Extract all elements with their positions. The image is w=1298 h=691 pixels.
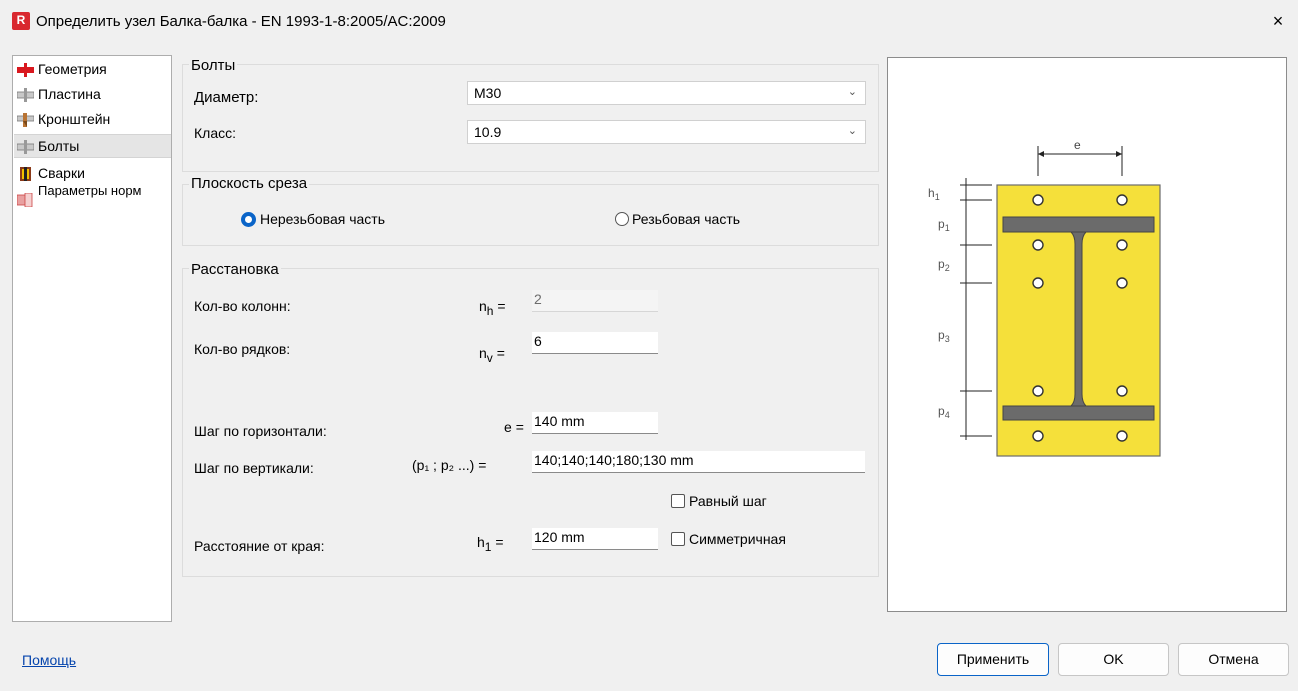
arrangement-title: Расстановка xyxy=(189,261,281,278)
chevron-down-icon: ⌄ xyxy=(847,86,857,98)
horizontal-step-field[interactable]: 140 mm xyxy=(532,412,658,434)
symmetric-checkbox[interactable] xyxy=(671,532,685,546)
close-button[interactable]: × xyxy=(1267,10,1289,32)
bolts-group-title: Болты xyxy=(189,57,238,74)
edge-distance-symbol: h1 = xyxy=(477,534,504,554)
diameter-label: Диаметр: xyxy=(194,89,259,106)
unthreaded-radio[interactable] xyxy=(241,212,256,227)
bracket-icon xyxy=(17,113,34,127)
threaded-radio[interactable] xyxy=(615,212,629,226)
chevron-down-icon: ⌄ xyxy=(847,125,857,137)
p1-label: p1 xyxy=(938,217,950,233)
edge-distance-label: Расстояние от края: xyxy=(194,538,325,554)
nav-item-bracket[interactable]: Кронштейн xyxy=(14,108,171,132)
geometry-icon xyxy=(17,63,34,77)
equal-step-label[interactable]: Равный шаг xyxy=(689,493,767,509)
help-link[interactable]: Помощь xyxy=(22,652,76,668)
bolt-layout-diagram: e h1 p1 p2 p3 p4 xyxy=(928,138,1161,457)
nav-item-bolts[interactable]: Болты xyxy=(14,134,171,158)
section-nav: Геометрия Пластина Кронштейн Болты Сварк… xyxy=(12,55,172,622)
nav-item-plate[interactable]: Пластина xyxy=(14,83,171,107)
nav-item-code-params[interactable]: Параметры норм xyxy=(14,184,171,210)
rows-symbol: nv = xyxy=(479,345,505,365)
vertical-step-label: Шаг по вертикали: xyxy=(194,460,314,476)
columns-count-label: Кол-во колонн: xyxy=(194,298,291,314)
nav-item-geometry[interactable]: Геометрия xyxy=(14,58,171,82)
code-params-icon xyxy=(17,193,33,207)
horizontal-step-label: Шаг по горизонтали: xyxy=(194,423,327,439)
rows-count-label: Кол-во рядков: xyxy=(194,341,291,357)
welds-icon xyxy=(20,167,31,181)
plate-icon xyxy=(17,88,34,102)
ok-button[interactable]: OK xyxy=(1058,643,1169,676)
p2-label: p2 xyxy=(938,257,950,273)
diameter-select[interactable]: M30 ⌄ xyxy=(467,81,866,105)
bolts-icon xyxy=(17,140,34,154)
symmetric-label[interactable]: Симметричная xyxy=(689,531,786,547)
edge-distance-field[interactable]: 120 mm xyxy=(532,528,658,550)
e-dimension-label: e xyxy=(1074,138,1081,152)
title-bar: R Определить узел Балка-балка - EN 1993-… xyxy=(0,0,1298,44)
h1-label: h1 xyxy=(928,186,940,202)
class-select[interactable]: 10.9 ⌄ xyxy=(467,120,866,144)
vertical-step-symbol: (p₁ ; p₂ ...) = xyxy=(412,457,487,473)
rows-count-field[interactable]: 6 xyxy=(532,332,658,354)
diameter-value: M30 xyxy=(474,85,502,101)
columns-count-field: 2 xyxy=(532,290,658,312)
threaded-label[interactable]: Резьбовая часть xyxy=(632,211,740,227)
vertical-step-field[interactable]: 140;140;140;180;130 mm xyxy=(532,451,865,473)
equal-step-checkbox[interactable] xyxy=(671,494,685,508)
p4-label: p4 xyxy=(938,404,950,420)
unthreaded-label[interactable]: Нерезьбовая часть xyxy=(260,211,385,227)
p3-label: p3 xyxy=(938,328,950,344)
window-title: Определить узел Балка-балка - EN 1993-1-… xyxy=(36,13,446,30)
app-logo-icon: R xyxy=(12,12,30,30)
columns-symbol: nh = xyxy=(479,298,506,318)
class-label: Класс: xyxy=(194,125,236,141)
cancel-button[interactable]: Отмена xyxy=(1178,643,1289,676)
class-value: 10.9 xyxy=(474,124,502,140)
shear-plane-title: Плоскость среза xyxy=(189,175,310,192)
apply-button[interactable]: Применить xyxy=(937,643,1049,676)
horizontal-step-symbol: e = xyxy=(504,419,524,435)
nav-item-welds[interactable]: Сварки xyxy=(14,162,171,186)
connection-preview: e h1 p1 p2 p3 p4 xyxy=(887,57,1287,612)
